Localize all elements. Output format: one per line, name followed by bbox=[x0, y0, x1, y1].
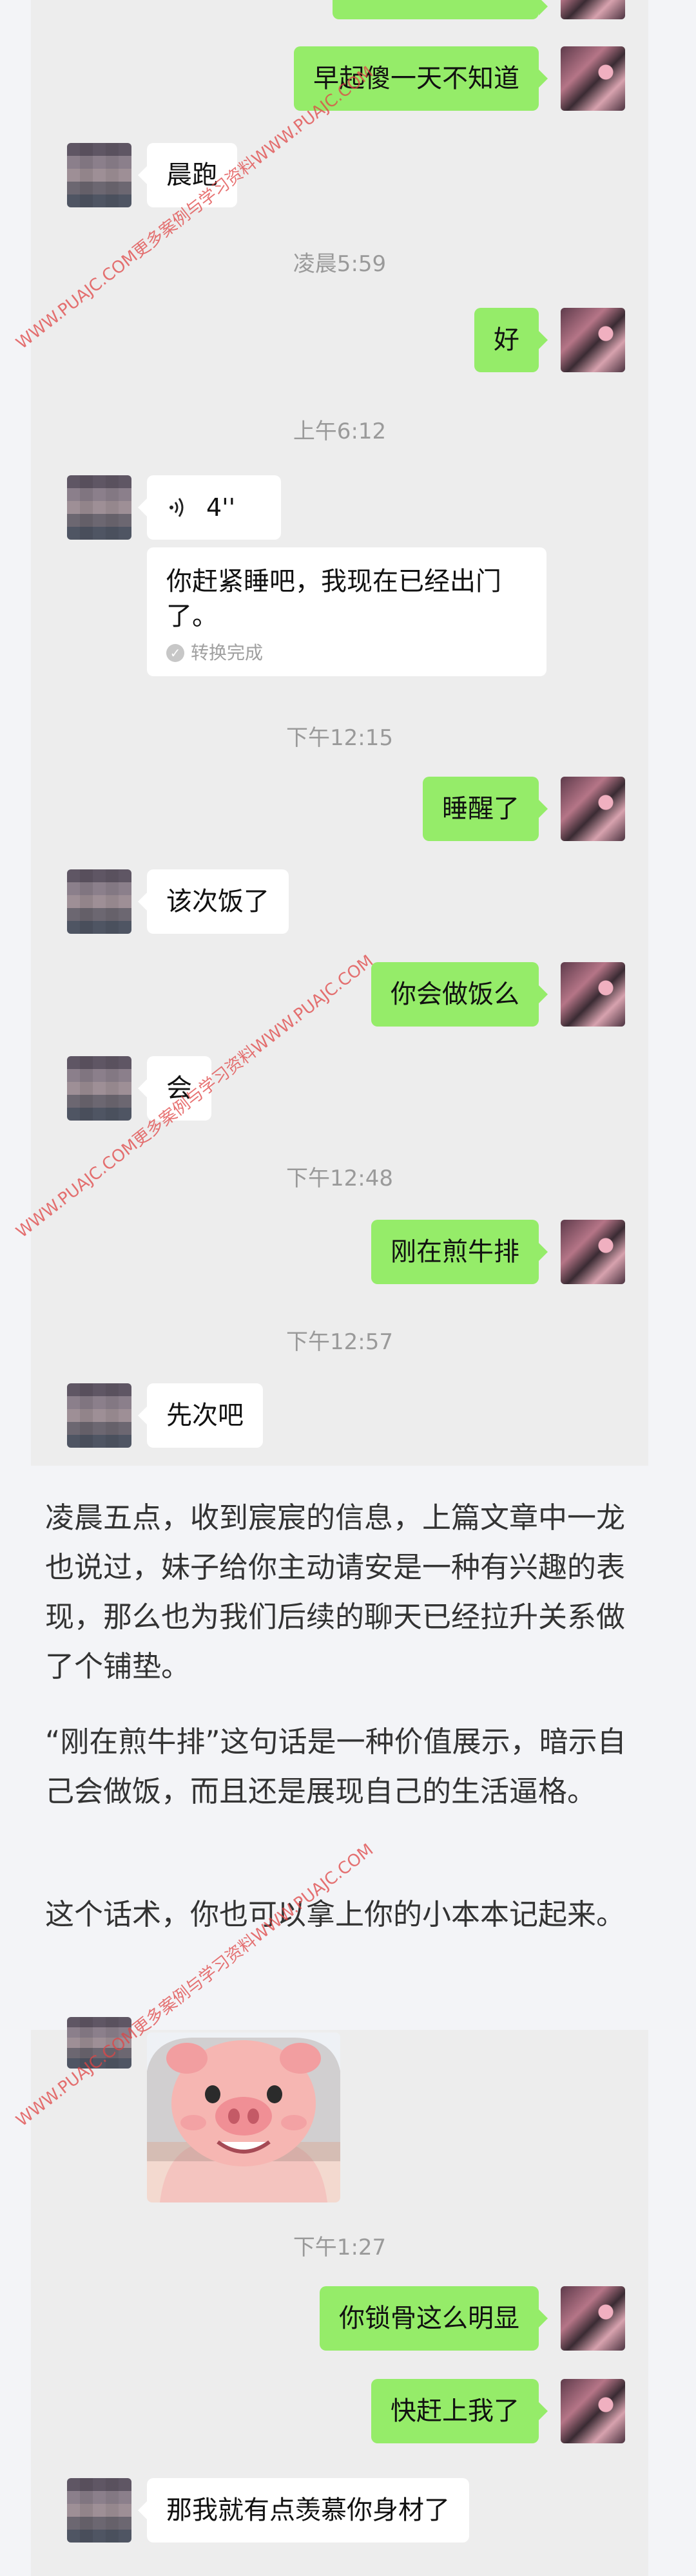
message-row: 快赶上我了 bbox=[31, 2379, 648, 2443]
timestamp: 上午6:12 bbox=[293, 419, 387, 444]
message-row: 刚在煎牛排 bbox=[31, 1220, 648, 1284]
message-row: 那我就有点羡慕你身材了 bbox=[31, 2478, 648, 2543]
check-icon: ✓ bbox=[166, 644, 184, 662]
timestamp: 下午12:15 bbox=[286, 725, 393, 751]
avatar-self[interactable] bbox=[561, 0, 625, 19]
avatar-contact[interactable] bbox=[67, 1056, 131, 1121]
message-bubble-outgoing[interactable]: 刚在煎牛排 bbox=[371, 1220, 548, 1284]
transcript-status-label: 转换完成 bbox=[191, 642, 264, 663]
message-row-voice: 4'' 你赶紧睡吧，我现在已经出门了。 ✓ 转换完成 bbox=[31, 475, 648, 680]
avatar-contact[interactable] bbox=[67, 475, 131, 540]
article-paragraph: 凌晨五点，收到宸宸的信息，上篇文章中一龙也说过，妹子给你主动请安是一种有兴趣的表… bbox=[45, 1501, 626, 1683]
voice-transcript-status: ✓ 转换完成 bbox=[166, 643, 527, 663]
message-row: 晨跑 bbox=[31, 143, 648, 207]
message-bubble-outgoing[interactable]: 你锁骨这么明显 bbox=[320, 2286, 548, 2351]
voice-duration: 4'' bbox=[206, 493, 236, 522]
avatar-self[interactable] bbox=[561, 2286, 625, 2351]
message-row-sticker bbox=[31, 2017, 648, 2204]
message-row-cutoff bbox=[31, 0, 648, 19]
avatar-contact[interactable] bbox=[67, 1383, 131, 1448]
timestamp: 下午12:57 bbox=[286, 1329, 393, 1355]
message-row: 好 bbox=[31, 308, 648, 372]
voice-transcript[interactable]: 你赶紧睡吧，我现在已经出门了。 ✓ 转换完成 bbox=[147, 547, 546, 676]
message-bubble-incoming[interactable]: 那我就有点羡慕你身材了 bbox=[138, 2478, 469, 2543]
message-row: 会 bbox=[31, 1056, 648, 1121]
message-bubble-outgoing[interactable]: 睡醒了 bbox=[423, 777, 548, 841]
message-row: 你锁骨这么明显 bbox=[31, 2286, 648, 2351]
voice-transcript-text: 你赶紧睡吧，我现在已经出门了。 bbox=[166, 567, 501, 631]
message-row: 先次吧 bbox=[31, 1383, 648, 1448]
avatar-self[interactable] bbox=[561, 962, 625, 1027]
message-row: 该次饭了 bbox=[31, 869, 648, 934]
chat-panel-bottom: 下午1:27 你锁骨这么明显 快赶上我了 那我就有点羡慕你身材了 bbox=[31, 2017, 648, 2576]
avatar-self[interactable] bbox=[561, 46, 625, 111]
avatar-self[interactable] bbox=[561, 308, 625, 372]
voice-message[interactable]: 4'' bbox=[138, 475, 281, 540]
avatar-self[interactable] bbox=[561, 777, 625, 841]
message-bubble-incoming[interactable]: 该次饭了 bbox=[138, 869, 289, 934]
avatar-contact[interactable] bbox=[67, 869, 131, 934]
message-bubble-incoming[interactable]: 先次吧 bbox=[138, 1383, 263, 1448]
sticker-image bbox=[147, 2032, 340, 2202]
avatar-self[interactable] bbox=[561, 2379, 625, 2443]
chat-panel-top: 早起傻一天不知道 晨跑 凌晨5:59 好 上午6:12 4'' 你赶紧睡吧，我现… bbox=[31, 0, 648, 1466]
message-row: 睡醒了 bbox=[31, 777, 648, 841]
voice-wave-icon bbox=[169, 498, 184, 517]
message-bubble-outgoing[interactable]: 快赶上我了 bbox=[371, 2379, 548, 2443]
avatar-contact[interactable] bbox=[67, 143, 131, 207]
message-bubble-cutoff[interactable] bbox=[333, 0, 548, 19]
pig-face-sticker[interactable] bbox=[147, 2032, 340, 2202]
avatar-self[interactable] bbox=[561, 1220, 625, 1284]
avatar-contact[interactable] bbox=[67, 2478, 131, 2543]
article-paragraph: 这个话术，你也可以拿上你的小本本记起来。 bbox=[45, 1897, 626, 1931]
timestamp: 下午1:27 bbox=[293, 2235, 387, 2260]
article-paragraph: “刚在煎牛排”这句话是一种价值展示，暗示自己会做饭，而且还是展现自己的生活逼格。 bbox=[45, 1725, 626, 1808]
message-bubble-outgoing[interactable]: 好 bbox=[474, 308, 548, 372]
message-bubble-outgoing[interactable]: 你会做饭么 bbox=[371, 962, 548, 1027]
